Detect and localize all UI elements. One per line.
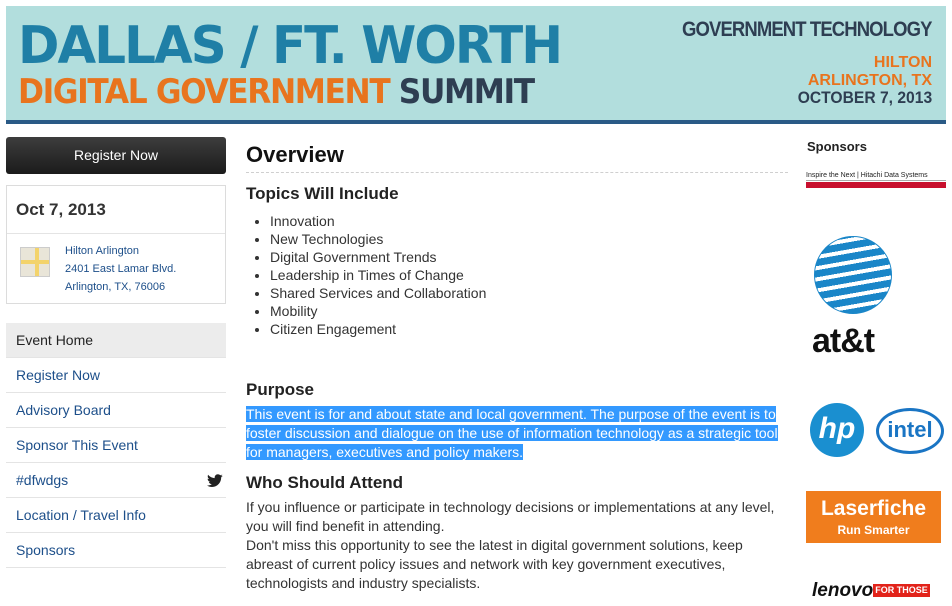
topics-heading: Topics Will Include <box>246 184 399 203</box>
laserfiche-logo-text: Laserfiche <box>820 497 927 520</box>
purpose-text-selection: This event is for and about state and lo… <box>246 406 778 460</box>
nav-item-sponsors[interactable]: Sponsors <box>6 533 226 568</box>
who-should-attend-heading: Who Should Attend <box>246 473 404 492</box>
register-now-button[interactable]: Register Now <box>6 137 226 174</box>
event-banner: DALLAS / FT. WORTH DIGITAL GOVERNMENT SU… <box>6 6 946 124</box>
hitachi-sponsor-logo[interactable]: Inspire the Next | Hitachi Data Systems <box>806 171 946 188</box>
sidebar-nav: Event Home Register Now Advisory Board S… <box>6 323 226 568</box>
sponsors-heading: Sponsors <box>807 139 867 154</box>
banner-venue-name: HILTON <box>873 54 932 71</box>
att-globe-icon <box>814 236 892 314</box>
nav-item-hashtag-label: #dfwdgs <box>16 472 69 488</box>
hp-sponsor-logo[interactable]: hp <box>810 403 864 457</box>
list-item: Leadership in Times of Change <box>270 266 788 284</box>
lenovo-logo-tag: FOR THOSE <box>873 584 930 597</box>
event-date: Oct 7, 2013 <box>7 186 225 234</box>
nav-item-sponsor-this-event[interactable]: Sponsor This Event <box>6 428 226 463</box>
banner-venue: HILTON ARLINGTON, TX <box>808 54 932 90</box>
who-should-attend-text: If you influence or participate in techn… <box>246 498 782 593</box>
page-title: Overview <box>246 140 788 173</box>
nav-item-register-now[interactable]: Register Now <box>6 358 226 393</box>
att-sponsor-logo[interactable]: at&t <box>812 236 894 364</box>
purpose-text: This event is for and about state and lo… <box>246 405 782 462</box>
banner-summit-title: DIGITAL GOVERNMENT SUMMIT <box>18 72 535 112</box>
laserfiche-sponsor-logo[interactable]: Laserfiche Run Smarter <box>806 491 941 543</box>
twitter-bird-icon <box>207 474 223 487</box>
laserfiche-tagline: Run Smarter <box>837 523 910 537</box>
topics-list: Innovation New Technologies Digital Gove… <box>246 212 788 338</box>
who-paragraph-1: If you influence or participate in techn… <box>246 499 775 534</box>
list-item: New Technologies <box>270 230 788 248</box>
banner-title-digital-government: DIGITAL GOVERNMENT <box>18 72 391 112</box>
event-info-card: Oct 7, 2013 Hilton Arlington 2401 East L… <box>6 185 226 304</box>
list-item: Digital Government Trends <box>270 248 788 266</box>
banner-city-title: DALLAS / FT. WORTH <box>18 16 563 76</box>
lenovo-sponsor-logo[interactable]: lenovo FOR THOSE <box>812 580 930 602</box>
banner-title-summit: SUMMIT <box>398 72 535 112</box>
list-item: Mobility <box>270 302 788 320</box>
list-item: Citizen Engagement <box>270 320 788 338</box>
banner-date: OCTOBER 7, 2013 <box>797 88 932 107</box>
address-venue: Hilton Arlington <box>65 245 139 257</box>
lenovo-logo-text: lenovo <box>812 580 874 601</box>
nav-item-advisory-board[interactable]: Advisory Board <box>6 393 226 428</box>
main-content: Overview Topics Will Include Innovation … <box>246 140 788 591</box>
address-city: Arlington, TX, 76006 <box>65 281 166 293</box>
hitachi-logo-text: Inspire the Next | Hitachi Data Systems <box>806 171 946 181</box>
list-item: Shared Services and Collaboration <box>270 284 788 302</box>
intel-sponsor-logo[interactable]: intel <box>876 408 944 454</box>
event-address[interactable]: Hilton Arlington 2401 East Lamar Blvd. A… <box>65 242 176 296</box>
address-street: 2401 East Lamar Blvd. <box>65 263 177 275</box>
nav-item-location-travel[interactable]: Location / Travel Info <box>6 498 226 533</box>
nav-item-hashtag[interactable]: #dfwdgs <box>6 463 226 498</box>
att-logo-text: at&t <box>812 322 875 360</box>
nav-item-event-home[interactable]: Event Home <box>6 323 226 358</box>
government-technology-logo: GOVERNMENT TECHNOLOGY <box>682 18 933 41</box>
purpose-heading: Purpose <box>246 380 315 399</box>
list-item: Innovation <box>270 212 788 230</box>
who-paragraph-2: Don't miss this opportunity to see the l… <box>246 537 743 591</box>
map-thumbnail-icon[interactable] <box>20 247 50 277</box>
